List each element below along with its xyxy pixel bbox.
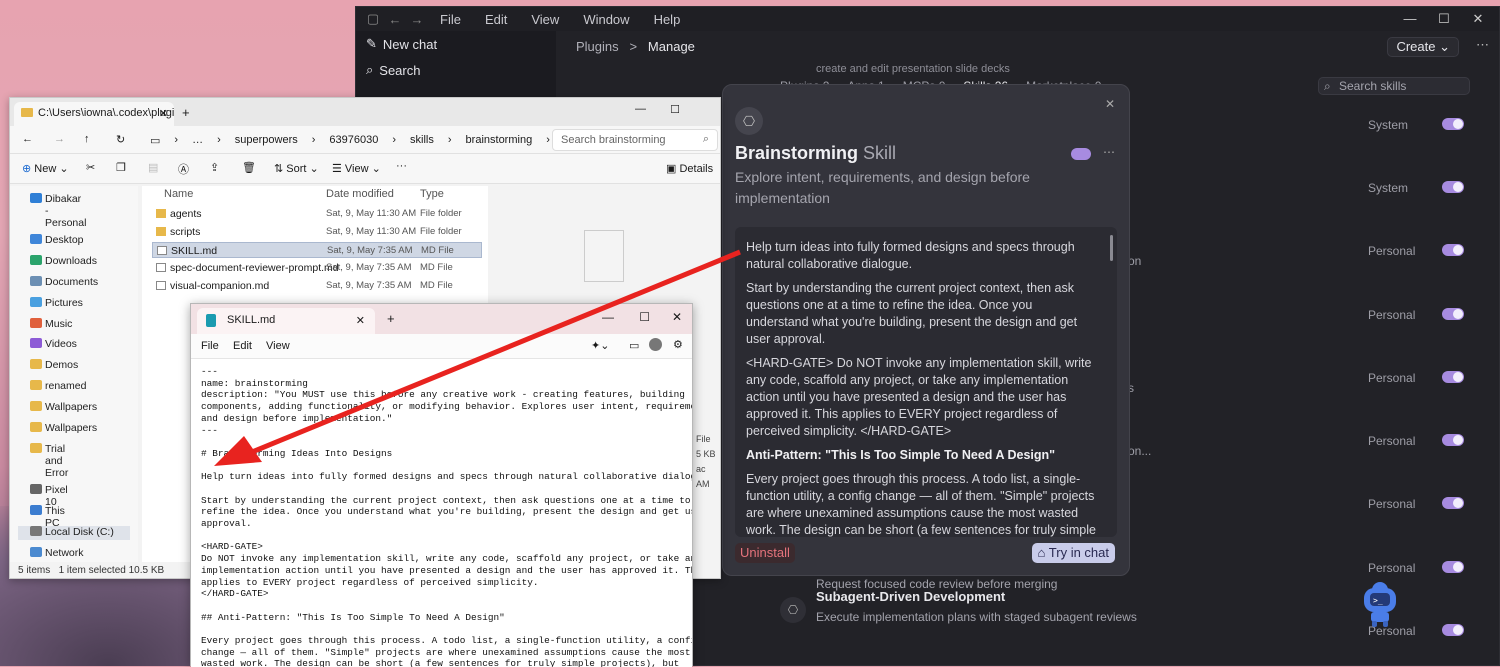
robot-mascot-icon[interactable]: >_ <box>1360 580 1400 628</box>
annotation-arrow <box>214 249 741 466</box>
arrow-line <box>251 249 741 455</box>
svg-text:>_: >_ <box>1373 596 1383 605</box>
